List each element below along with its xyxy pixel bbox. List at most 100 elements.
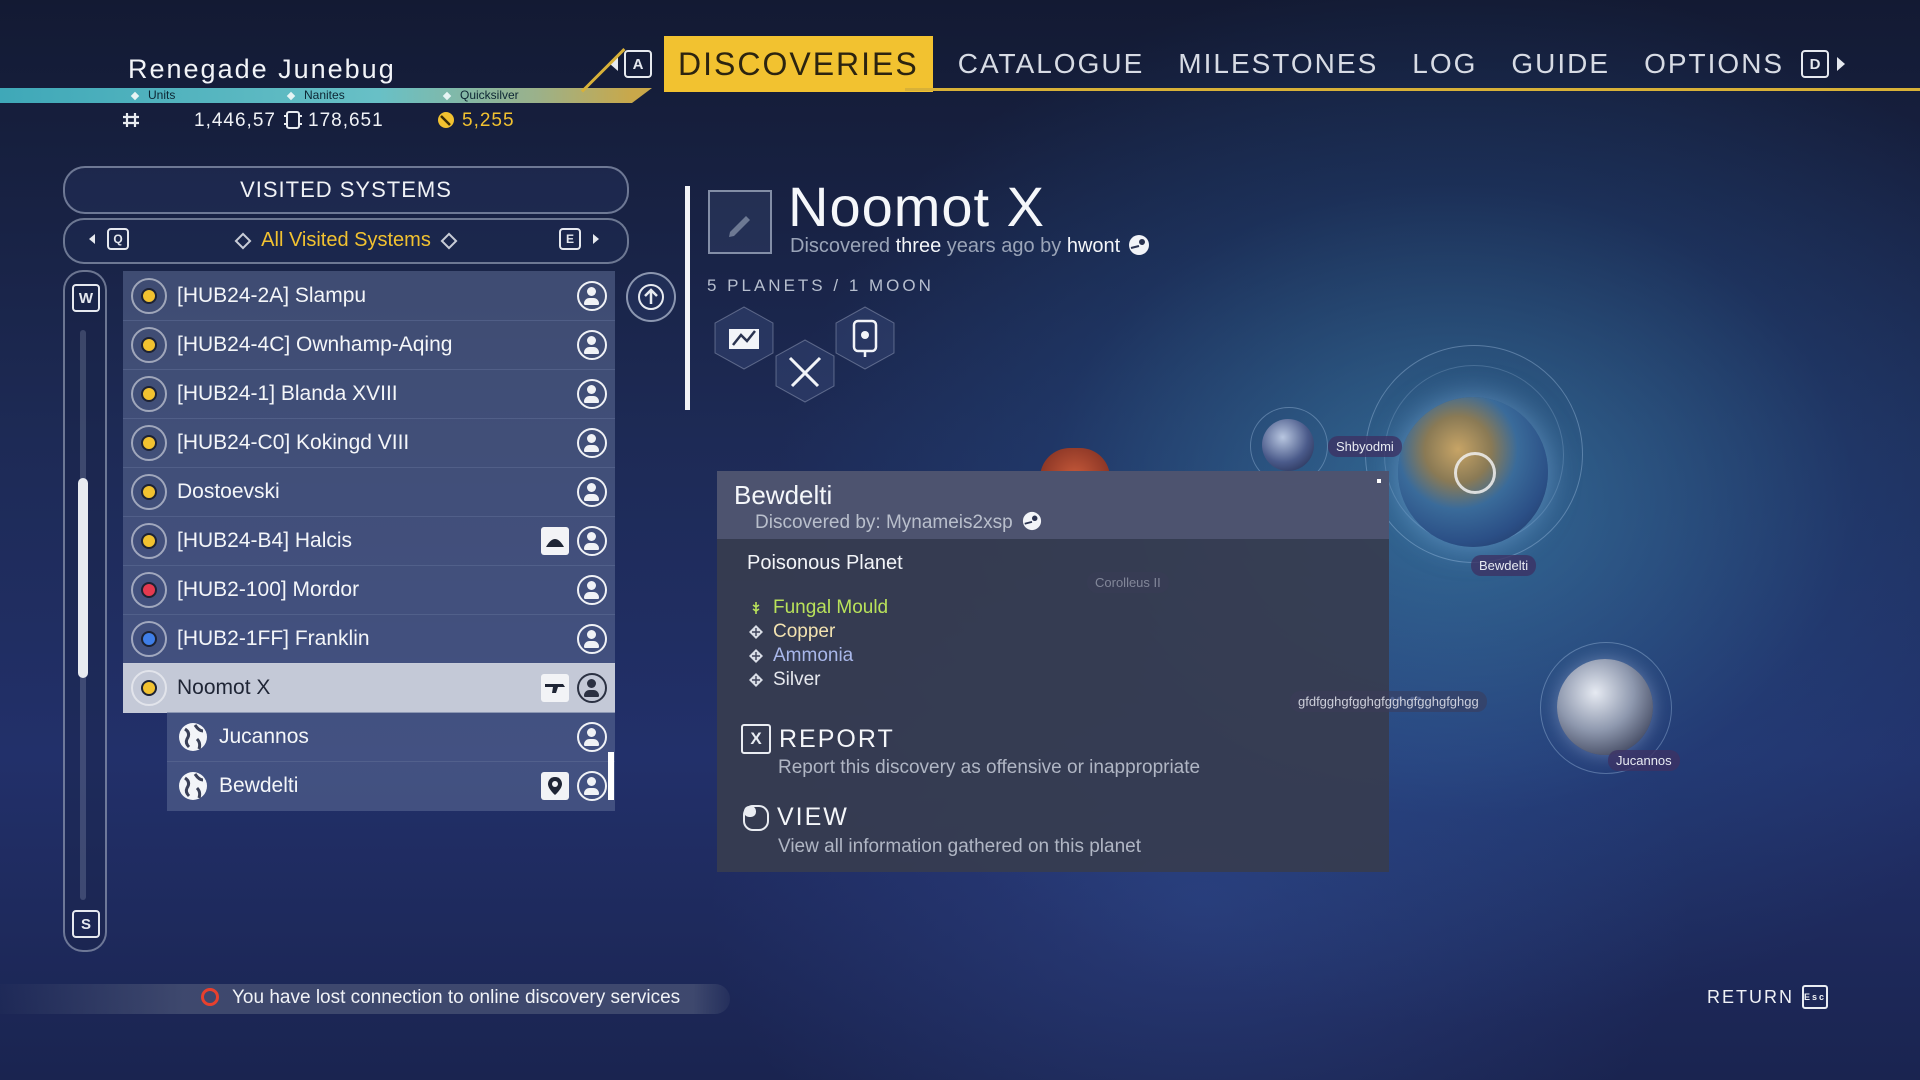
pencil-icon [729, 216, 750, 237]
arrow-up-circle-icon [638, 284, 664, 310]
economy-icon [711, 305, 777, 371]
discoverer-user-icon[interactable] [577, 379, 607, 409]
units-icon [123, 113, 139, 127]
view-title[interactable]: VIEW [777, 803, 849, 832]
scroll-up-key[interactable]: W [72, 284, 100, 312]
filter-next-key[interactable]: E [559, 228, 581, 250]
scroll-thumb[interactable] [78, 478, 88, 678]
steam-icon [1128, 235, 1149, 255]
scroll-down-key[interactable]: S [72, 910, 100, 938]
star-class-icon [131, 327, 167, 363]
view-action[interactable]: VIEW [741, 803, 849, 832]
system-list-item[interactable]: [HUB24-2A] Slampu [123, 271, 615, 321]
tab-prev-key[interactable]: A [624, 50, 652, 78]
filter-next-arrow-icon[interactable] [593, 234, 599, 244]
discoverer-user-icon[interactable] [577, 428, 607, 458]
discoverer-user-icon[interactable] [577, 526, 607, 556]
star-class-icon [131, 474, 167, 510]
offline-warning-icon [201, 988, 219, 1006]
list-item-label: [HUB24-4C] Ownhamp-Aqing [177, 333, 453, 356]
rename-system-button[interactable] [708, 190, 772, 254]
planet-jucannos[interactable] [1557, 659, 1653, 755]
discoverer-user-icon[interactable] [577, 771, 607, 801]
discoverer-user-icon[interactable] [577, 477, 607, 507]
resource-fungal-mould: Fungal Mould [749, 597, 888, 619]
system-discovery-line: Discovered three years ago by hwont [790, 234, 1150, 258]
label-corolleus[interactable]: Corolleus II [1087, 572, 1169, 593]
return-button[interactable]: RETURN Esc [1707, 980, 1837, 1014]
go-up-button[interactable] [626, 272, 676, 322]
star-class-icon [131, 572, 167, 608]
report-action[interactable]: X REPORT [741, 724, 895, 754]
mouse-click-icon[interactable] [741, 804, 771, 832]
list-item-label: [HUB24-B4] Halcis [177, 529, 353, 552]
system-name: Noomot X [788, 175, 1045, 238]
star-class-icon [131, 670, 167, 706]
location-pin-icon [541, 772, 569, 800]
connection-message: You have lost connection to online disco… [232, 987, 681, 1008]
tab-next-key[interactable]: D [1801, 50, 1830, 78]
base-icon [541, 527, 569, 555]
label-shbyodmi[interactable]: Shbyodmi [1328, 436, 1402, 457]
label-unnamed-planet[interactable]: gfdfgghgfgghgfgghgfgghgfghgg [1290, 691, 1487, 712]
discoverer-user-icon[interactable] [577, 330, 607, 360]
tab-next-arrow-icon[interactable] [1837, 57, 1846, 71]
diamond-icon [234, 232, 252, 250]
resource-ammonia: Ammonia [749, 645, 853, 667]
esc-key[interactable]: Esc [1802, 985, 1828, 1009]
popup-corner-dot [1377, 479, 1381, 483]
units-value: 1,446,57 [194, 110, 276, 131]
planet-list-item[interactable]: Jucannos [167, 712, 615, 762]
tab-log[interactable]: LOG [1395, 36, 1494, 92]
selection-indicator [608, 752, 614, 800]
report-key[interactable]: X [741, 724, 771, 754]
tab-discoveries[interactable]: DISCOVERIES [664, 36, 933, 92]
popup-discovered-by: Discovered by: Mynameis2xsp [755, 511, 1042, 534]
list-item-label: [HUB2-100] Mordor [177, 578, 360, 601]
visited-systems-header: VISITED SYSTEMS [63, 166, 629, 214]
nanites-value: 178,651 [308, 110, 384, 131]
system-list-item[interactable]: [HUB2-1FF] Franklin [123, 614, 615, 664]
quicksilver-value: 5,255 [462, 110, 515, 131]
list-item-label: Dostoevski [177, 480, 280, 503]
planet-globe-icon [177, 721, 209, 753]
tab-milestones[interactable]: MILESTONES [1161, 36, 1395, 92]
discoverer-user-icon[interactable] [577, 673, 607, 703]
planet-info-popup: Bewdelti Discovered by: Mynameis2xsp Poi… [717, 471, 1389, 872]
star-class-icon [131, 621, 167, 657]
planet-globe-icon [177, 770, 209, 802]
resource-silver: Silver [749, 669, 821, 691]
discoverer-user-icon[interactable] [577, 624, 607, 654]
list-item-label: [HUB24-C0] Kokingd VIII [177, 431, 410, 454]
tab-catalogue[interactable]: CATALOGUE [941, 36, 1162, 92]
list-item-label: [HUB2-1FF] Franklin [177, 627, 370, 650]
plant-resource-icon [752, 602, 760, 614]
system-list-item[interactable]: Dostoevski [123, 467, 615, 517]
system-filter[interactable]: Q All Visited Systems E [63, 218, 629, 264]
system-list-item[interactable]: Noomot X [123, 663, 615, 713]
system-list-item[interactable]: [HUB24-B4] Halcis [123, 516, 615, 566]
return-label[interactable]: RETURN [1707, 987, 1794, 1008]
label-bewdelti[interactable]: Bewdelti [1471, 555, 1537, 576]
planet-shbyodmi[interactable] [1262, 419, 1314, 471]
star-class-icon [131, 523, 167, 559]
label-jucannos[interactable]: Jucannos [1608, 750, 1680, 771]
quicksilver-label: Quicksilver [442, 88, 519, 102]
tab-guide[interactable]: GUIDE [1494, 36, 1627, 92]
list-item-label: Bewdelti [219, 774, 299, 797]
main-tab-bar: A DISCOVERIES CATALOGUE MILESTONES LOG G… [610, 36, 1846, 92]
discoverer-user-icon[interactable] [577, 281, 607, 311]
tab-options[interactable]: OPTIONS [1627, 36, 1801, 92]
planet-cursor-reticle [1454, 452, 1496, 494]
system-list-item[interactable]: [HUB2-100] Mordor [123, 565, 615, 615]
planet-list-item[interactable]: Bewdelti [167, 761, 615, 811]
system-list-item[interactable]: [HUB24-1] Blanda XVIII [123, 369, 615, 419]
discoverer-user-icon[interactable] [577, 575, 607, 605]
list-item-label: [HUB24-2A] Slampu [177, 284, 367, 307]
list-item-label: [HUB24-1] Blanda XVIII [177, 382, 398, 405]
discoverer-user-icon[interactable] [577, 722, 607, 752]
system-list-item[interactable]: [HUB24-C0] Kokingd VIII [123, 418, 615, 468]
system-list-item[interactable]: [HUB24-4C] Ownhamp-Aqing [123, 320, 615, 370]
report-title[interactable]: REPORT [779, 725, 895, 754]
conflict-icon [772, 338, 838, 404]
